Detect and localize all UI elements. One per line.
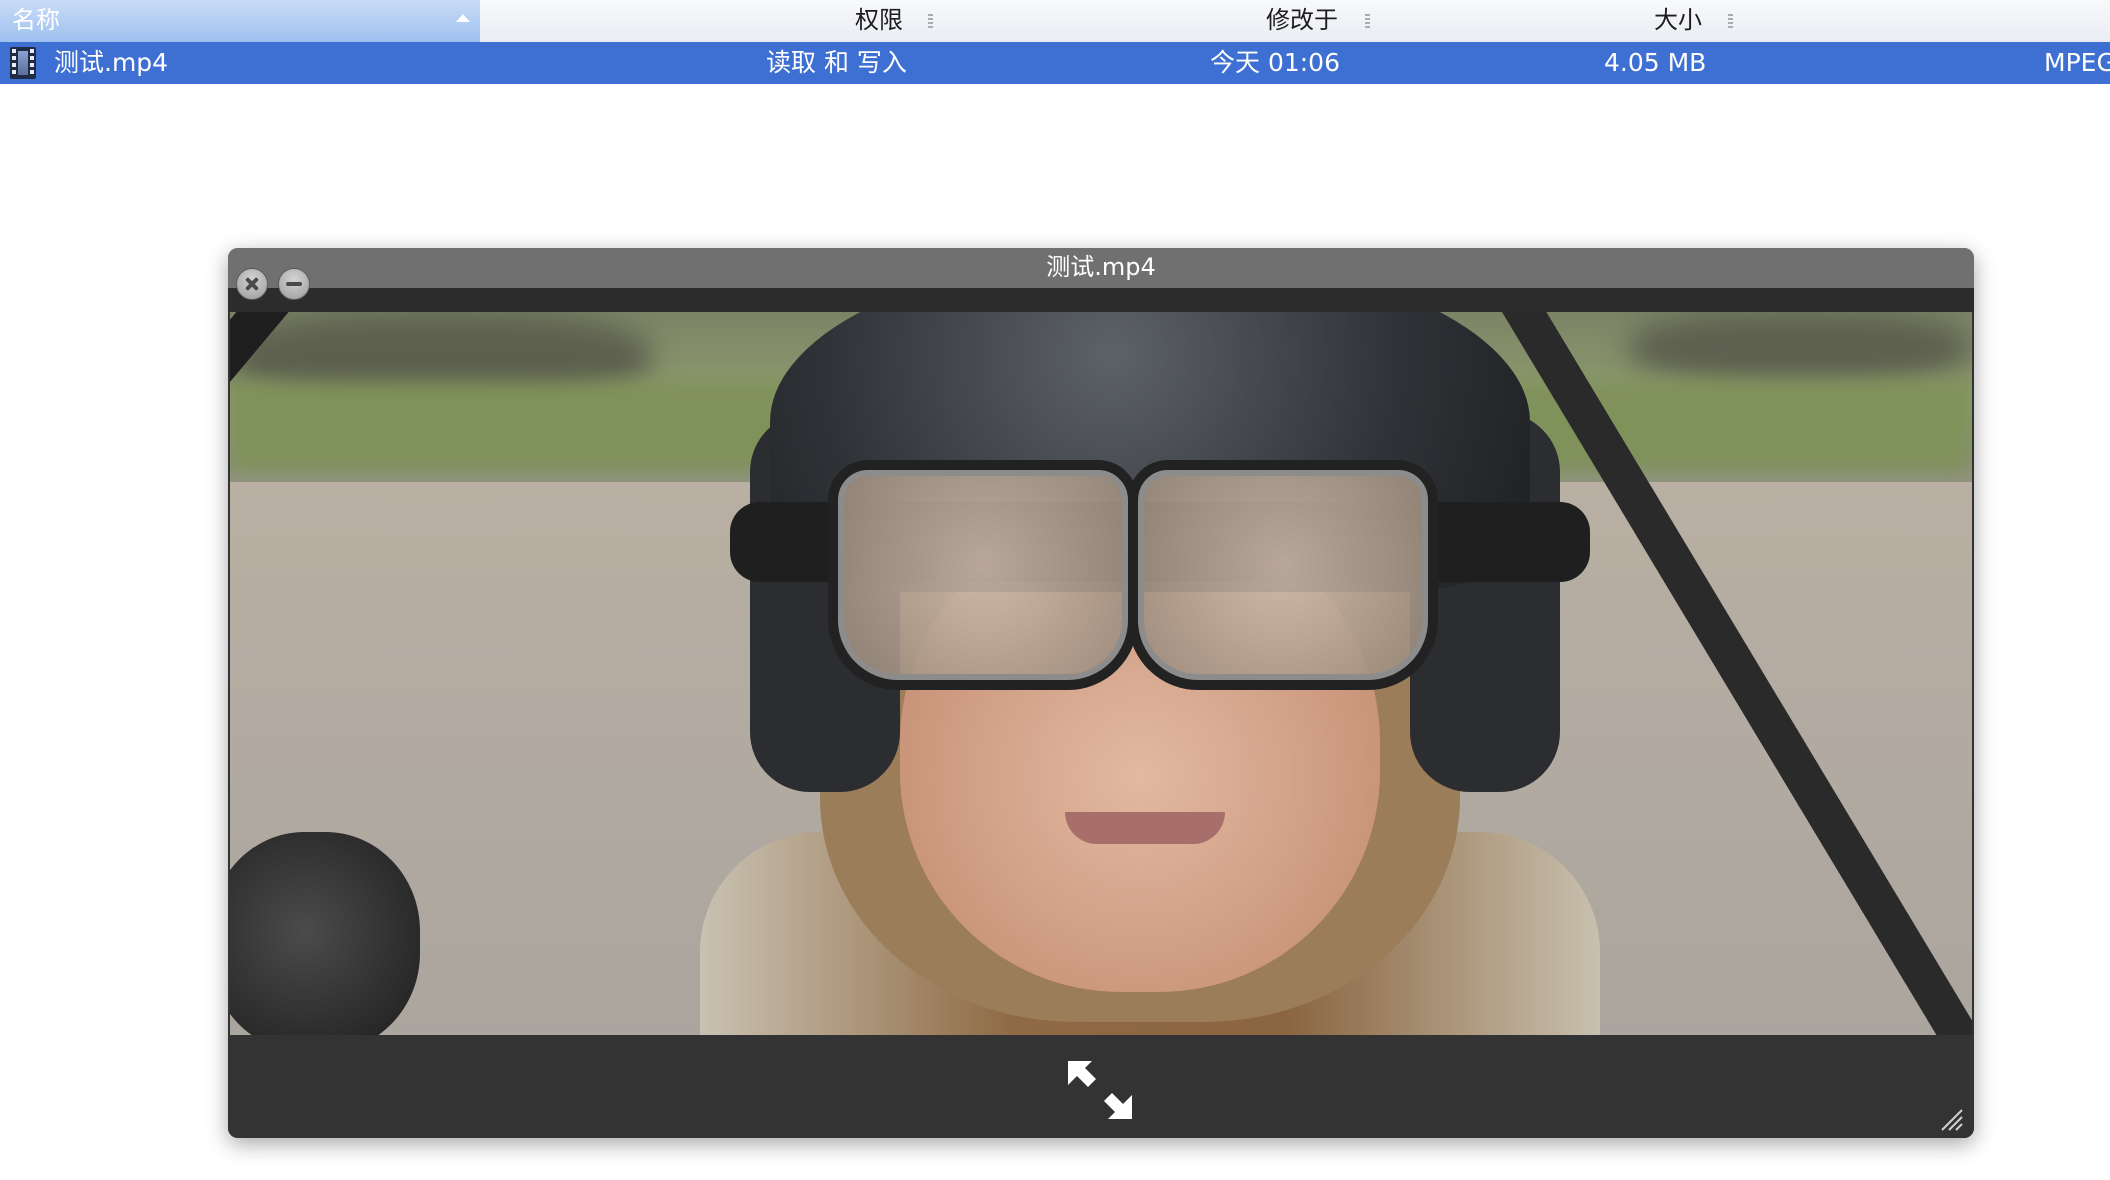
column-header-name-label: 名称 [12,6,60,34]
file-size: 4.05 MB [1604,48,1707,77]
column-header-modified[interactable]: 修改于 [1266,0,1338,42]
sort-ascending-icon [456,14,470,22]
quicklook-window: 测试.mp4 [228,248,1974,1138]
list-header: 名称 权限 修改于 大小 [0,0,2110,43]
glove [230,832,420,1035]
movie-file-icon [10,47,36,79]
close-icon[interactable] [236,268,268,300]
column-header-modified-label: 修改于 [1266,6,1338,34]
file-kind: MPEG [2044,48,2110,77]
mouth [1065,812,1225,844]
file-permissions: 读取 和 写入 [766,48,907,77]
file-row-selected[interactable]: 测试.mp4 读取 和 写入 今天 01:06 4.05 MB MPEG [0,42,2110,84]
file-name: 测试.mp4 [54,48,169,77]
file-modified: 今天 01:06 [1210,48,1340,77]
resize-grip-icon[interactable] [1940,1108,1964,1132]
quicklook-toolbar-strip [228,288,1974,312]
video-preview[interactable] [230,312,1972,1035]
column-header-name[interactable]: 名称 [0,0,480,42]
column-resize-handle[interactable] [1728,14,1733,30]
minimize-icon[interactable] [278,268,310,300]
column-header-permissions-label: 权限 [855,6,903,34]
column-resize-handle[interactable] [928,14,933,30]
column-resize-handle[interactable] [1365,14,1370,30]
fullscreen-icon[interactable] [1066,1059,1134,1121]
quicklook-controls [228,1035,1974,1138]
background-trees [1630,312,1970,382]
goggle-lens [1128,460,1438,690]
goggle-lens [828,460,1138,690]
column-header-size[interactable]: 大小 [1654,0,1702,42]
column-header-size-label: 大小 [1654,6,1702,34]
quicklook-titlebar[interactable]: 测试.mp4 [228,248,1974,288]
column-header-permissions[interactable]: 权限 [855,0,903,42]
quicklook-title: 测试.mp4 [1046,253,1156,281]
